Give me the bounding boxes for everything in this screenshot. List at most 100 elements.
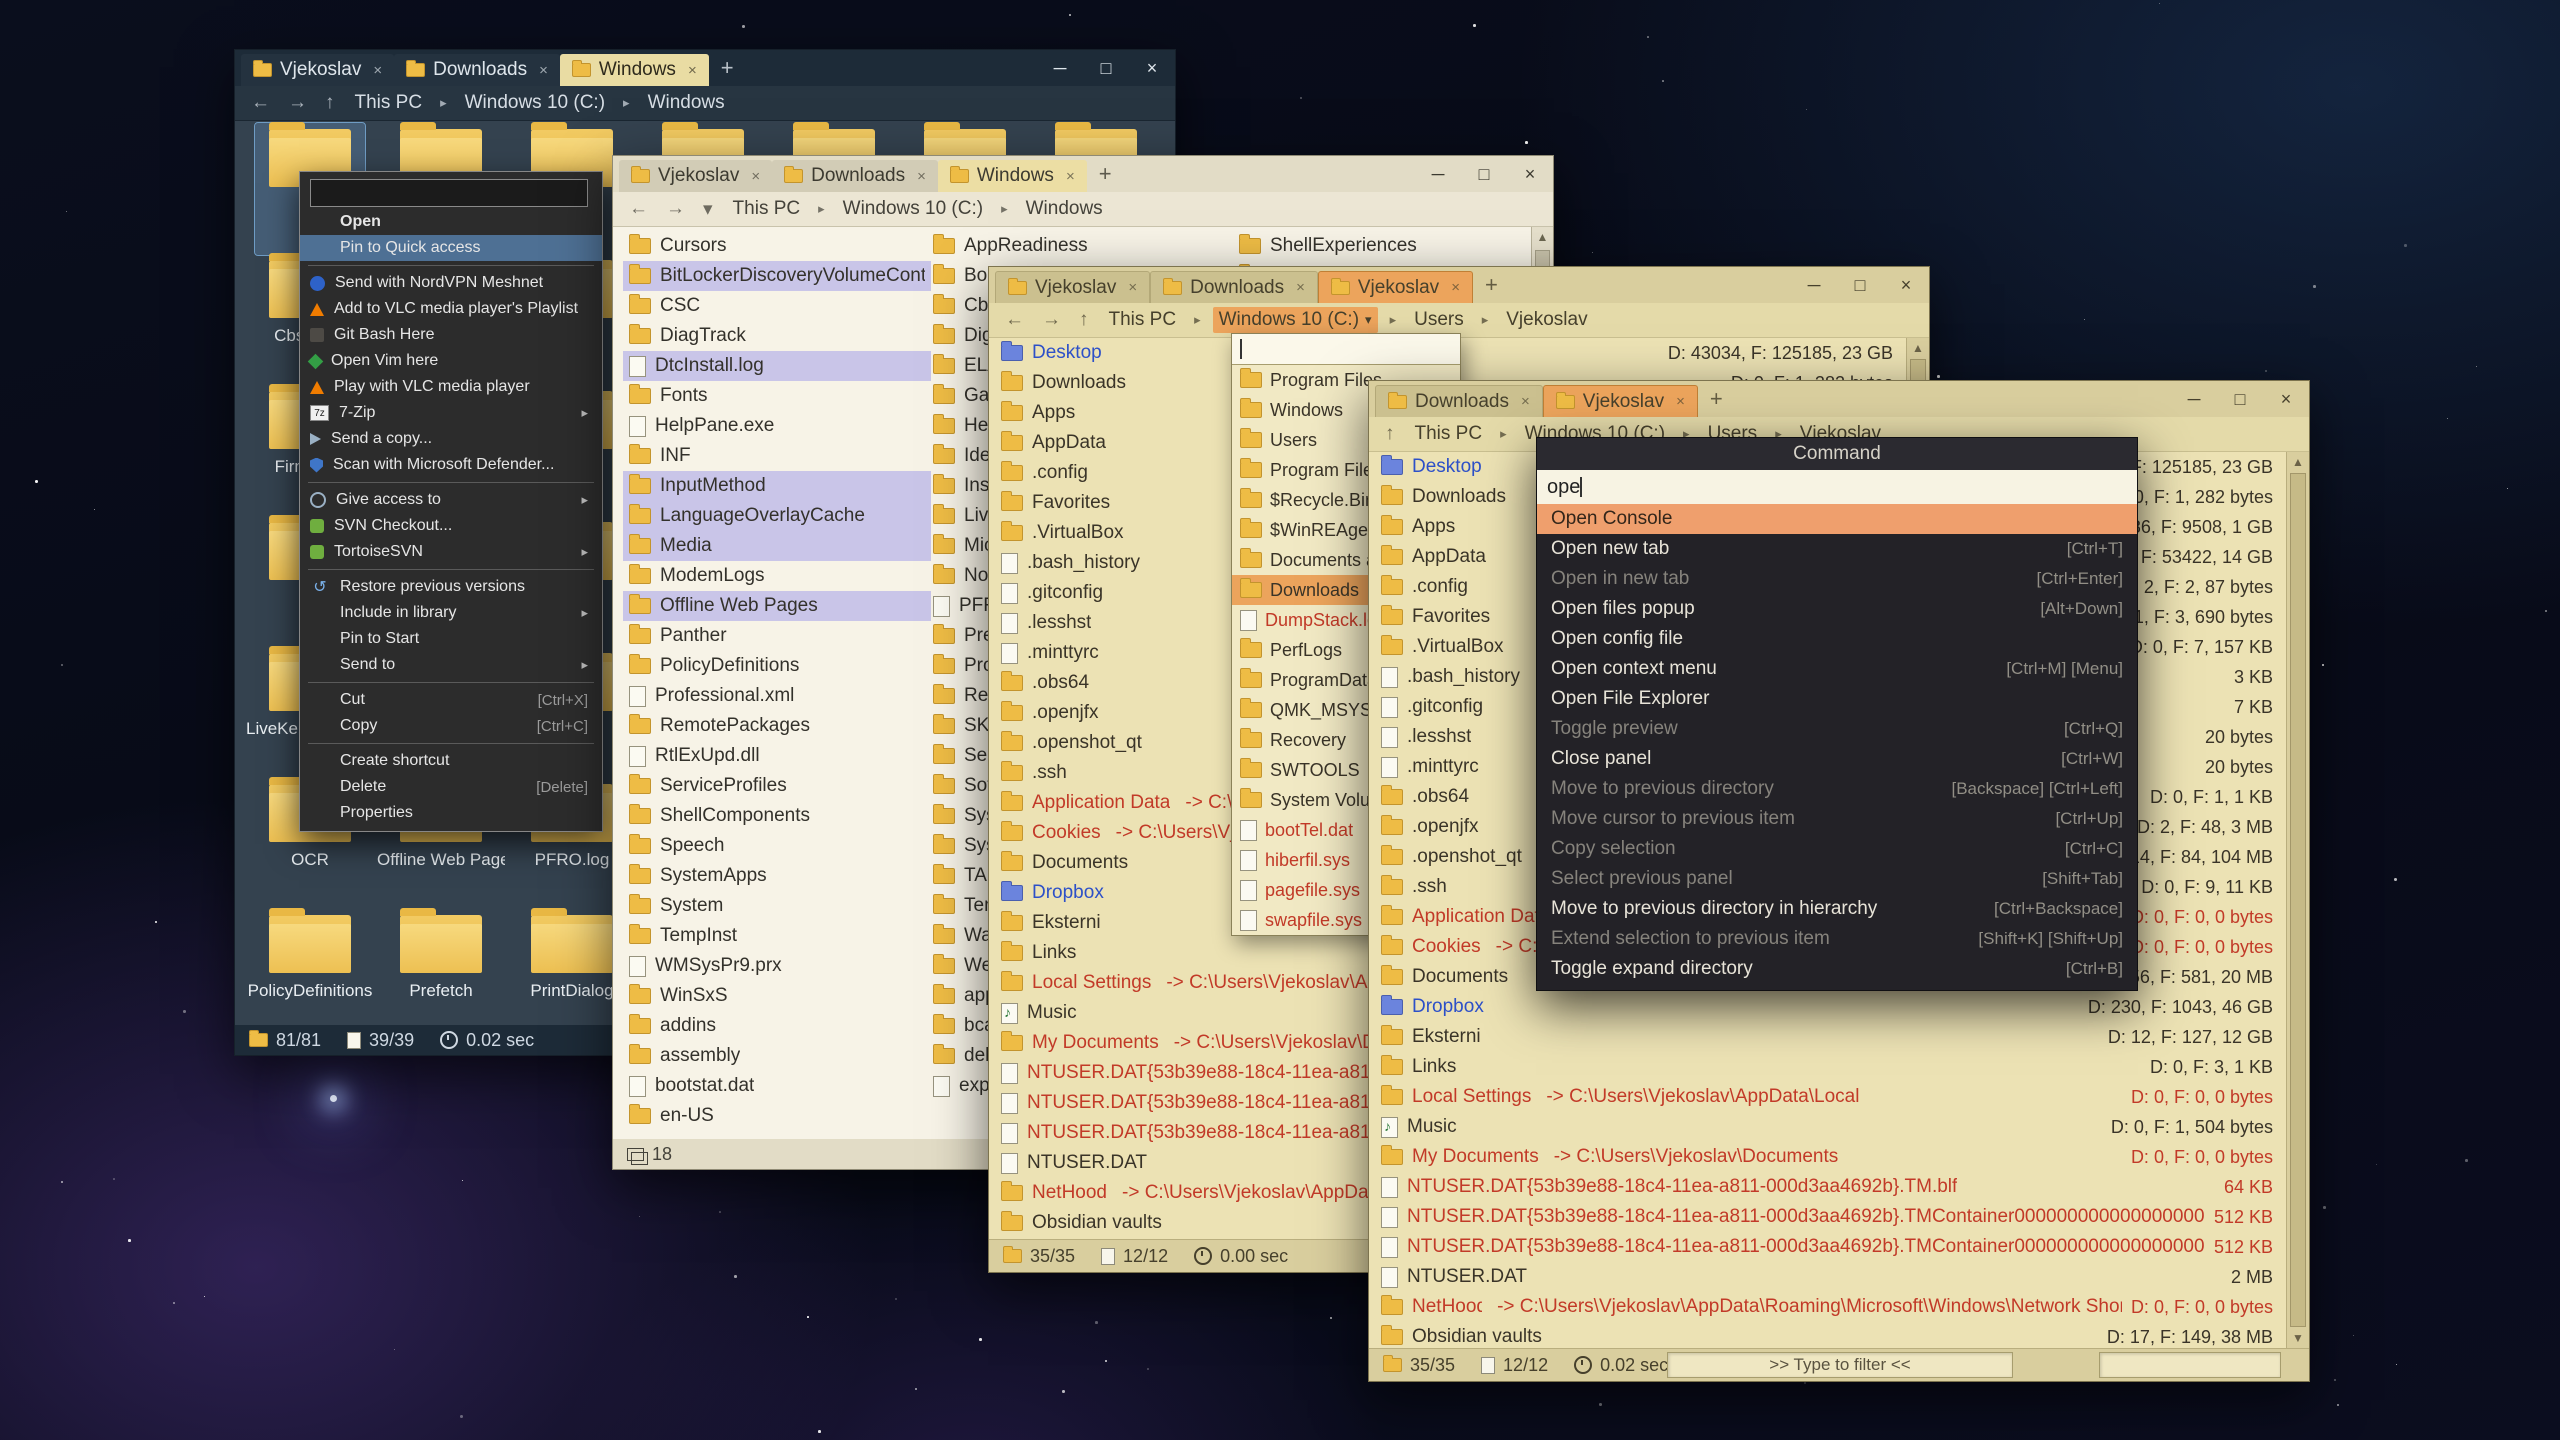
tab-downloads[interactable]: Downloads×: [772, 160, 938, 192]
tab-close-icon[interactable]: ×: [1521, 393, 1530, 410]
tab-close-icon[interactable]: ×: [373, 62, 382, 79]
list-item[interactable]: NTUSER.DAT{53b39e88-18c4-11ea-a811-000d3…: [1369, 1202, 2309, 1232]
maximize-button[interactable]: □: [1083, 50, 1129, 86]
forward-icon[interactable]: →: [662, 198, 689, 220]
list-item[interactable]: SystemApps: [623, 861, 931, 891]
breadcrumb-item-this-pc[interactable]: This PC: [1103, 307, 1183, 333]
menu-item-open-vim-here[interactable]: Open Vim here: [300, 348, 602, 374]
list-item[interactable]: My DocumentsC:\Users\Vjekoslav\Documents…: [1369, 1142, 2309, 1172]
new-tab-button[interactable]: +: [1087, 161, 1124, 187]
list-item[interactable]: Panther: [623, 621, 931, 651]
folder-item[interactable]: PrintDialog: [517, 909, 627, 1025]
tab-close-icon[interactable]: ×: [1066, 168, 1075, 185]
tab-close-icon[interactable]: ×: [1676, 393, 1685, 410]
menu-item-include-in-library[interactable]: Include in library▸: [300, 600, 602, 626]
tab-downloads[interactable]: Downloads×: [394, 54, 560, 86]
list-item[interactable]: RemotePackages: [623, 711, 931, 741]
list-item[interactable]: ServiceProfiles: [623, 771, 931, 801]
list-item[interactable]: WinSxS: [623, 981, 931, 1011]
menu-item-send-to[interactable]: Send to▸: [300, 652, 602, 678]
breadcrumb-item-this-pc[interactable]: This PC: [349, 90, 429, 116]
list-item[interactable]: en-US: [623, 1101, 931, 1131]
close-button[interactable]: ×: [2263, 381, 2309, 417]
tab-windows[interactable]: Windows×: [938, 160, 1087, 192]
maximize-button[interactable]: □: [1837, 267, 1883, 303]
list-item[interactable]: bootstat.dat: [623, 1071, 931, 1101]
breadcrumb-item-windows[interactable]: Windows: [1020, 196, 1109, 222]
list-item[interactable]: CSC: [623, 291, 931, 321]
minimize-button[interactable]: ─: [2171, 381, 2217, 417]
palette-item-select-previous-panel[interactable]: Select previous panel[Shift+Tab]: [1537, 864, 2137, 894]
tab-close-icon[interactable]: ×: [1451, 279, 1460, 296]
menu-item-scan-with-microsoft-defender[interactable]: Scan with Microsoft Defender...: [300, 452, 602, 478]
tab-vjekoslav[interactable]: Vjekoslav×: [1318, 271, 1473, 303]
palette-item-open-files-popup[interactable]: Open files popup[Alt+Down]: [1537, 594, 2137, 624]
forward-icon[interactable]: →: [284, 92, 311, 114]
menu-item-copy[interactable]: Copy[Ctrl+C]: [300, 713, 602, 739]
list-item[interactable]: TempInst: [623, 921, 931, 951]
breadcrumb-item-windows-10-c[interactable]: Windows 10 (C:)▾: [1213, 307, 1378, 333]
list-item[interactable]: NTUSER.DAT2 MB: [1369, 1262, 2309, 1292]
up-icon[interactable]: ↑: [321, 92, 339, 114]
menu-item-create-shortcut[interactable]: Create shortcut: [300, 748, 602, 774]
palette-item-open-console[interactable]: Open Console: [1537, 504, 2137, 534]
scrollbar[interactable]: ▲ ▼: [2286, 452, 2309, 1348]
new-tab-button[interactable]: +: [709, 55, 746, 81]
palette-item-move-to-previous-directory[interactable]: Move to previous directory[Backspace] [C…: [1537, 774, 2137, 804]
list-item[interactable]: Offline Web Pages: [623, 591, 931, 621]
breadcrumb-item-windows[interactable]: Windows: [642, 90, 731, 116]
folder-item[interactable]: Prefetch: [386, 909, 496, 1025]
new-tab-button[interactable]: +: [1698, 386, 1735, 412]
palette-item-close-panel[interactable]: Close panel[Ctrl+W]: [1537, 744, 2137, 774]
list-item[interactable]: NTUSER.DAT{53b39e88-18c4-11ea-a811-000d3…: [1369, 1232, 2309, 1262]
tab-vjekoslav[interactable]: Vjekoslav×: [995, 271, 1150, 303]
scroll-up-icon[interactable]: ▲: [1537, 230, 1549, 244]
menu-item-delete[interactable]: Delete[Delete]: [300, 774, 602, 800]
close-button[interactable]: ×: [1129, 50, 1175, 86]
minimize-button[interactable]: ─: [1791, 267, 1837, 303]
palette-item-open-file-explorer[interactable]: Open File Explorer: [1537, 684, 2137, 714]
menu-item-properties[interactable]: Properties: [300, 800, 602, 826]
tab-downloads[interactable]: Downloads×: [1150, 271, 1318, 303]
list-item[interactable]: DtcInstall.log: [623, 351, 931, 381]
palette-item-open-in-new-tab[interactable]: Open in new tab[Ctrl+Enter]: [1537, 564, 2137, 594]
breadcrumb-item-vjekoslav[interactable]: Vjekoslav: [1500, 307, 1593, 333]
list-item[interactable]: DropboxD: 230, F: 1043, 46 GB: [1369, 992, 2309, 1022]
list-item[interactable]: ModemLogs: [623, 561, 931, 591]
palette-item-toggle-preview[interactable]: Toggle preview[Ctrl+Q]: [1537, 714, 2137, 744]
palette-item-open-new-tab[interactable]: Open new tab[Ctrl+T]: [1537, 534, 2137, 564]
tab-close-icon[interactable]: ×: [751, 168, 760, 185]
tab-close-icon[interactable]: ×: [539, 62, 548, 79]
list-item[interactable]: MusicD: 0, F: 1, 504 bytes: [1369, 1112, 2309, 1142]
back-icon[interactable]: ←: [625, 198, 652, 220]
list-item[interactable]: HelpPane.exe: [623, 411, 931, 441]
menu-item-send-with-nordvpn-meshnet[interactable]: Send with NordVPN Meshnet: [300, 270, 602, 296]
list-item[interactable]: addins: [623, 1011, 931, 1041]
list-item[interactable]: LinksD: 0, F: 3, 1 KB: [1369, 1052, 2309, 1082]
menu-item-pin-to-start[interactable]: Pin to Start: [300, 626, 602, 652]
list-item[interactable]: ShellComponents: [623, 801, 931, 831]
menu-item-svn-checkout[interactable]: SVN Checkout...: [300, 513, 602, 539]
menu-item-restore-previous-versions[interactable]: Restore previous versions: [300, 574, 602, 600]
menu-item-give-access-to[interactable]: Give access to▸: [300, 487, 602, 513]
close-button[interactable]: ×: [1507, 156, 1553, 192]
list-item[interactable]: Fonts: [623, 381, 931, 411]
tab-windows[interactable]: Windows×: [560, 54, 709, 86]
breadcrumb-item-windows-10-c[interactable]: Windows 10 (C:): [837, 196, 989, 222]
type-to-filter-box[interactable]: >> Type to filter <<: [1667, 1352, 2013, 1378]
tab-close-icon[interactable]: ×: [1296, 279, 1305, 296]
list-item[interactable]: Obsidian vaultsD: 17, F: 149, 38 MB: [1369, 1322, 2309, 1348]
menu-item-git-bash-here[interactable]: Git Bash Here: [300, 322, 602, 348]
tab-close-icon[interactable]: ×: [917, 168, 926, 185]
list-item[interactable]: PolicyDefinitions: [623, 651, 931, 681]
list-item[interactable]: InputMethod: [623, 471, 931, 501]
palette-item-toggle-expand-directory[interactable]: Toggle expand directory[Ctrl+B]: [1537, 954, 2137, 984]
forward-icon[interactable]: →: [1038, 309, 1065, 331]
list-item[interactable]: Local SettingsC:\Users\Vjekoslav\AppData…: [1369, 1082, 2309, 1112]
list-item[interactable]: NTUSER.DAT{53b39e88-18c4-11ea-a811-000d3…: [1369, 1172, 2309, 1202]
list-item[interactable]: Professional.xml: [623, 681, 931, 711]
breadcrumb-item-this-pc[interactable]: This PC: [1409, 421, 1489, 447]
menu-item-open[interactable]: Open: [300, 209, 602, 235]
list-item[interactable]: LanguageOverlayCache: [623, 501, 931, 531]
breadcrumb-item-users[interactable]: Users: [1408, 307, 1470, 333]
